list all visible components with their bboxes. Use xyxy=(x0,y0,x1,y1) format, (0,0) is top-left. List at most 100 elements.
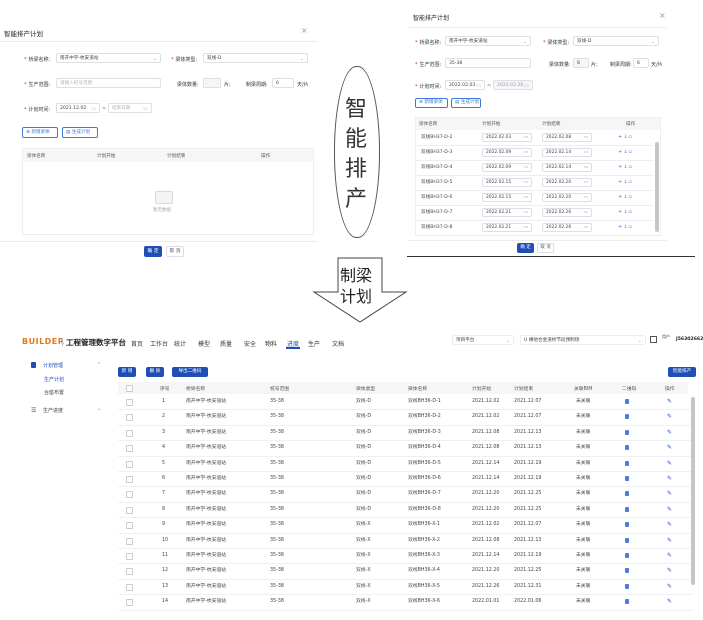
cancel-button[interactable]: 取 消 xyxy=(166,246,184,257)
row-checkbox[interactable] xyxy=(126,599,133,607)
cycle-input[interactable]: 6 xyxy=(633,58,649,68)
delete-icon[interactable]: ▫ xyxy=(628,209,632,215)
avatar[interactable]: 用户 xyxy=(662,334,670,340)
add-button[interactable]: 新 增 xyxy=(118,367,136,377)
plan-end-input[interactable]: 2022.02.20 ▭ xyxy=(542,178,592,187)
project-select[interactable]: 项目平台 ⌄ xyxy=(452,335,514,345)
row-checkbox[interactable] xyxy=(126,491,133,499)
edit-icon[interactable]: ✎ xyxy=(667,409,672,424)
nav-item[interactable]: 物料 xyxy=(265,339,277,348)
plan-start-input[interactable]: 2022.02.15 ▭ xyxy=(482,193,532,202)
qr-code-icon[interactable] xyxy=(625,553,629,558)
plan-start-input[interactable]: 2022.02.21 ▭ xyxy=(482,208,532,217)
ok-button[interactable]: 确 定 xyxy=(144,246,162,257)
qr-code-icon[interactable] xyxy=(625,414,629,420)
plan-end-input[interactable]: 2022.02.26 ▭ xyxy=(542,208,592,217)
count-input[interactable] xyxy=(203,78,221,88)
row-checkbox[interactable] xyxy=(126,553,133,560)
nav-item[interactable]: 首页 xyxy=(131,339,143,348)
add-beam-button[interactable]: ⊕ 新增梁体 xyxy=(415,98,448,108)
nav-item[interactable]: 安全 xyxy=(244,339,256,348)
delete-icon[interactable]: ▫ xyxy=(628,164,632,170)
plan-end-input[interactable]: 2022.02.20 ▭ xyxy=(542,193,592,202)
plan-start-input[interactable]: 2022.02.21 ▭ xyxy=(482,223,532,232)
nav-item[interactable]: 质量 xyxy=(220,339,232,348)
ok-button[interactable]: 确 定 xyxy=(517,243,534,253)
close-icon[interactable]: × xyxy=(659,11,666,20)
qr-code-icon[interactable] xyxy=(625,506,629,512)
type-select[interactable]: 双线-D ⌄ xyxy=(203,53,308,63)
row-checkbox[interactable] xyxy=(126,445,133,453)
row-checkbox[interactable] xyxy=(126,414,133,422)
sidebar-item-production-plan[interactable]: 生产计划 xyxy=(44,376,64,383)
generate-plan-button[interactable]: ▤ 生成计划 xyxy=(451,98,481,108)
edit-icon[interactable]: ✎ xyxy=(667,486,672,501)
qr-code-icon[interactable] xyxy=(625,445,629,451)
plan-end-input[interactable]: 2022.02.26 ▭ xyxy=(542,223,592,232)
edit-icon[interactable]: ✎ xyxy=(667,425,672,440)
type-select[interactable]: 双线-D ⌄ xyxy=(573,36,659,46)
edit-icon[interactable]: ✎ xyxy=(667,471,672,486)
sidebar-item-progress[interactable]: 生产进度 xyxy=(43,407,63,414)
bridge-select[interactable]: 南开中学-杭安道站 ⌄ xyxy=(56,53,161,63)
grid-icon[interactable] xyxy=(650,336,657,343)
qr-code-icon[interactable] xyxy=(625,476,629,481)
generate-plan-button[interactable]: ▤ 生成计划 xyxy=(62,127,98,138)
bridge-select[interactable]: 南开中学-杭安道站 ⌄ xyxy=(445,36,531,46)
qr-code-icon[interactable] xyxy=(625,568,629,574)
edit-icon[interactable]: ✎ xyxy=(667,594,672,609)
qr-code-icon[interactable] xyxy=(625,429,629,435)
edit-icon[interactable]: ✎ xyxy=(667,548,672,563)
path-select[interactable]: U 横他合金道桥节段预制场 ⌄ xyxy=(520,335,646,345)
add-beam-button[interactable]: ⊕ 新增梁体 xyxy=(22,127,58,138)
edit-icon[interactable]: ✎ xyxy=(667,456,672,471)
nav-item[interactable]: 统计 xyxy=(174,339,186,348)
qr-code-icon[interactable] xyxy=(625,583,629,589)
range-input[interactable]: 35-38 xyxy=(445,58,531,68)
plan-start-input[interactable]: 2022.02.03 ▭ xyxy=(482,133,532,142)
delete-icon[interactable]: ▫ xyxy=(628,134,632,140)
time-start-input[interactable]: 2021.12.02 ▭ xyxy=(56,103,100,113)
plan-start-input[interactable]: 2022.02.09 ▭ xyxy=(482,148,532,157)
qr-code-icon[interactable] xyxy=(625,491,629,497)
edit-icon[interactable]: ✎ xyxy=(667,533,672,548)
sidebar-item-plan[interactable]: 计划管理 xyxy=(43,362,63,369)
row-checkbox[interactable] xyxy=(126,537,133,545)
plan-end-input[interactable]: 2022.02.14 ▭ xyxy=(542,148,592,157)
plan-end-input[interactable]: 2022.02.08 ▭ xyxy=(542,133,592,142)
time-end-input[interactable]: 2022.02.26 ▭ xyxy=(493,80,533,90)
main-scrollbar[interactable] xyxy=(691,397,695,585)
time-end-input[interactable]: 结束日期 ▭ xyxy=(108,103,152,113)
edit-icon[interactable]: ✎ xyxy=(667,517,672,532)
qr-code-icon[interactable] xyxy=(625,522,629,528)
delete-icon[interactable]: ▫ xyxy=(628,194,632,200)
cycle-input[interactable]: 6 xyxy=(272,78,294,88)
row-checkbox[interactable] xyxy=(126,399,133,406)
edit-icon[interactable]: ✎ xyxy=(667,394,672,409)
plan-end-input[interactable]: 2022.02.14 ▭ xyxy=(542,163,592,172)
edit-icon[interactable]: ✎ xyxy=(667,440,672,455)
qr-code-icon[interactable] xyxy=(625,460,629,466)
count-input[interactable]: 8 xyxy=(573,58,589,68)
nav-item[interactable]: 工作台 xyxy=(150,339,168,348)
edit-icon[interactable]: ✎ xyxy=(667,579,672,594)
edit-icon[interactable]: ✎ xyxy=(667,502,672,517)
row-checkbox[interactable] xyxy=(126,476,133,483)
plan-start-input[interactable]: 2022.02.15 ▭ xyxy=(482,178,532,187)
range-input[interactable]: 请输入桩号范围 xyxy=(56,78,161,88)
row-checkbox[interactable] xyxy=(126,568,133,576)
delete-icon[interactable]: ▫ xyxy=(628,224,632,230)
close-icon[interactable]: × xyxy=(301,26,308,35)
sidebar-item-pedestal[interactable]: 台座布置 xyxy=(44,389,64,396)
scrollbar[interactable] xyxy=(655,142,659,232)
row-checkbox[interactable] xyxy=(126,429,133,437)
row-checkbox[interactable] xyxy=(126,583,133,591)
nav-item[interactable]: 模型 xyxy=(198,339,210,348)
qr-code-icon[interactable] xyxy=(625,399,629,404)
cancel-button[interactable]: 取 消 xyxy=(537,243,554,253)
qr-code-icon[interactable] xyxy=(625,599,629,605)
time-start-input[interactable]: 2022.02.03 ▭ xyxy=(445,80,485,90)
qr-code-icon[interactable] xyxy=(625,537,629,543)
nav-item[interactable]: 文档 xyxy=(332,339,344,348)
export-qr-button[interactable]: 导出二维码 xyxy=(172,367,208,377)
